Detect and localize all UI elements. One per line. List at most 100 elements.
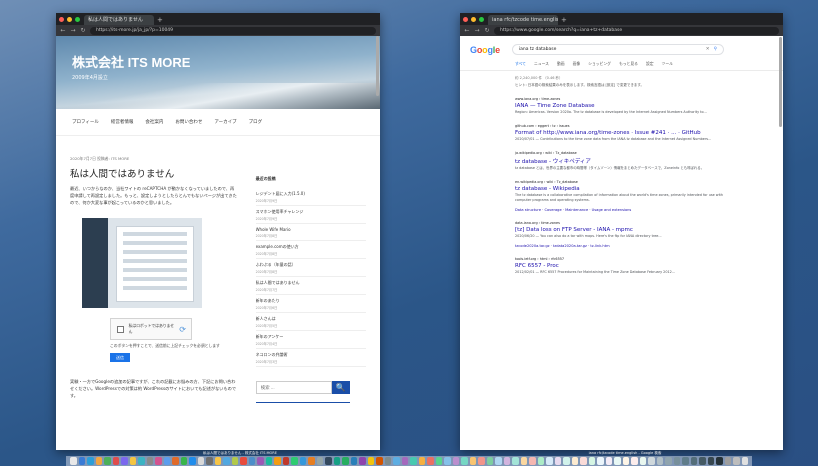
dock-app-icon[interactable] (563, 457, 570, 465)
dock-app-icon[interactable] (206, 457, 213, 465)
dock-app-icon[interactable] (605, 457, 612, 465)
recaptcha-checkbox[interactable] (117, 325, 124, 333)
dock-app-icon[interactable] (622, 457, 629, 465)
menu-item[interactable]: プロフィール (72, 119, 99, 125)
menu-item[interactable]: アーカイブ (214, 119, 236, 125)
search-tab[interactable]: すべて (515, 61, 526, 67)
menu-item[interactable]: ブログ (249, 119, 263, 125)
dock-app-icon[interactable] (274, 457, 281, 465)
search-tab[interactable]: 設定 (646, 61, 654, 67)
dock-app-icon[interactable] (342, 457, 349, 465)
left-active-tab[interactable]: 私は人間ではありません (84, 15, 154, 25)
dock-app-icon[interactable] (724, 457, 731, 465)
dock-app-icon[interactable] (597, 457, 604, 465)
search-icon[interactable]: ⚲ (714, 45, 723, 54)
sidebar-post-link[interactable]: レジデント届に入力(1.5.0) (256, 191, 366, 197)
dock-app-icon[interactable] (223, 457, 230, 465)
sidebar-post-link[interactable]: ふわぷる（年量の話） (256, 262, 366, 268)
dock-app-icon[interactable] (410, 457, 417, 465)
dock-app-icon[interactable] (741, 457, 748, 465)
search-tab[interactable]: 動画 (557, 61, 565, 67)
dock-app-icon[interactable] (240, 457, 247, 465)
dock-app-icon[interactable] (367, 457, 374, 465)
dock-app-icon[interactable] (138, 457, 145, 465)
dock-app-icon[interactable] (248, 457, 255, 465)
reload-icon[interactable]: ↻ (484, 27, 490, 34)
dock-app-icon[interactable] (87, 457, 94, 465)
result-title-link[interactable]: tz database - Wikipedia (515, 186, 730, 192)
dock-app-icon[interactable] (146, 457, 153, 465)
dock-app-icon[interactable] (614, 457, 621, 465)
dock-app-icon[interactable] (452, 457, 459, 465)
dock-app-icon[interactable] (299, 457, 306, 465)
dock-app-icon[interactable] (257, 457, 264, 465)
result-title-link[interactable]: Format of http://www.iana.org/time-zones… (515, 130, 730, 136)
google-search-input[interactable]: iana tz database ✕ ⚲ (511, 44, 724, 55)
dock-app-icon[interactable] (401, 457, 408, 465)
sidebar-post-link[interactable]: スマホン使用率チャレンジ (256, 209, 366, 215)
dock-app-icon[interactable] (444, 457, 451, 465)
dock-app-icon[interactable] (529, 457, 536, 465)
dock-app-icon[interactable] (716, 457, 723, 465)
dock-app-icon[interactable] (733, 457, 740, 465)
dock-app-icon[interactable] (325, 457, 332, 465)
result-title-link[interactable]: [tz] Data loss on FTP Server - IANA - mp… (515, 227, 730, 233)
dock-app-icon[interactable] (656, 457, 663, 465)
dock-app-icon[interactable] (682, 457, 689, 465)
dock-app-icon[interactable] (359, 457, 366, 465)
dock-app-icon[interactable] (571, 457, 578, 465)
reload-icon[interactable]: ↻ (80, 27, 86, 34)
back-icon[interactable]: ← (60, 27, 66, 34)
dock-app-icon[interactable] (503, 457, 510, 465)
result-title-link[interactable]: tz database - ウィキペディア (515, 157, 730, 165)
right-url-field[interactable]: https://www.google.com/search?q=iana+tz+… (494, 26, 779, 35)
sidebar-post-link[interactable]: 新人さんは (256, 316, 366, 322)
dock-app-icon[interactable] (707, 457, 714, 465)
sidebar-post-link[interactable]: 新年のアンケー (256, 334, 366, 340)
dock-app-icon[interactable] (520, 457, 527, 465)
left-url-field[interactable]: https://its-more.jp/ja_jp/?p=10049 (90, 26, 376, 35)
dock-app-icon[interactable] (648, 457, 655, 465)
dock-app-icon[interactable] (546, 457, 553, 465)
dock-app-icon[interactable] (172, 457, 179, 465)
menu-item[interactable]: お問い合わせ (175, 119, 202, 125)
dock-app-icon[interactable] (588, 457, 595, 465)
right-active-tab[interactable]: iana rfc/tzcode time.english - Google 検索 (488, 15, 558, 25)
dock-app-icon[interactable] (469, 457, 476, 465)
dock-app-icon[interactable] (384, 457, 391, 465)
dock-app-icon[interactable] (631, 457, 638, 465)
dock-app-icon[interactable] (580, 457, 587, 465)
dock-app-icon[interactable] (376, 457, 383, 465)
dock-app-icon[interactable] (180, 457, 187, 465)
search-tab[interactable]: ニュース (534, 61, 549, 67)
forward-icon[interactable]: → (70, 27, 76, 34)
result-title-link[interactable]: IANA — Time Zone Database (515, 103, 730, 109)
dock-app-icon[interactable] (95, 457, 102, 465)
dock-app-icon[interactable] (461, 457, 468, 465)
dock-app-icon[interactable] (189, 457, 196, 465)
search-tab[interactable]: ショッピング (588, 61, 611, 67)
dock-app-icon[interactable] (308, 457, 315, 465)
search-tab[interactable]: 画像 (573, 61, 581, 67)
site-title[interactable]: 株式会社 ITS MORE (72, 52, 380, 71)
minimize-window-icon[interactable] (67, 16, 72, 22)
right-scrollbar[interactable] (779, 37, 782, 127)
dock-app-icon[interactable] (316, 457, 323, 465)
dock-app-icon[interactable] (393, 457, 400, 465)
sidebar-post-link[interactable]: 新年のあたり (256, 298, 366, 304)
dock-app-icon[interactable] (639, 457, 646, 465)
dock-app-icon[interactable] (537, 457, 544, 465)
dock-app-icon[interactable] (665, 457, 672, 465)
dock-app-icon[interactable] (121, 457, 128, 465)
dock-app-icon[interactable] (673, 457, 680, 465)
dock-app-icon[interactable] (282, 457, 289, 465)
search-icon[interactable]: 🔍 (331, 381, 350, 394)
dock-app-icon[interactable] (486, 457, 493, 465)
dock-app-icon[interactable] (231, 457, 238, 465)
result-title-link[interactable]: RFC 6557 - Proc (515, 263, 730, 269)
back-icon[interactable]: ← (464, 27, 470, 34)
submit-button[interactable]: 送信 (110, 353, 130, 362)
new-tab-icon[interactable]: + (157, 15, 163, 25)
close-window-icon[interactable] (463, 16, 468, 22)
maximize-window-icon[interactable] (479, 16, 484, 22)
